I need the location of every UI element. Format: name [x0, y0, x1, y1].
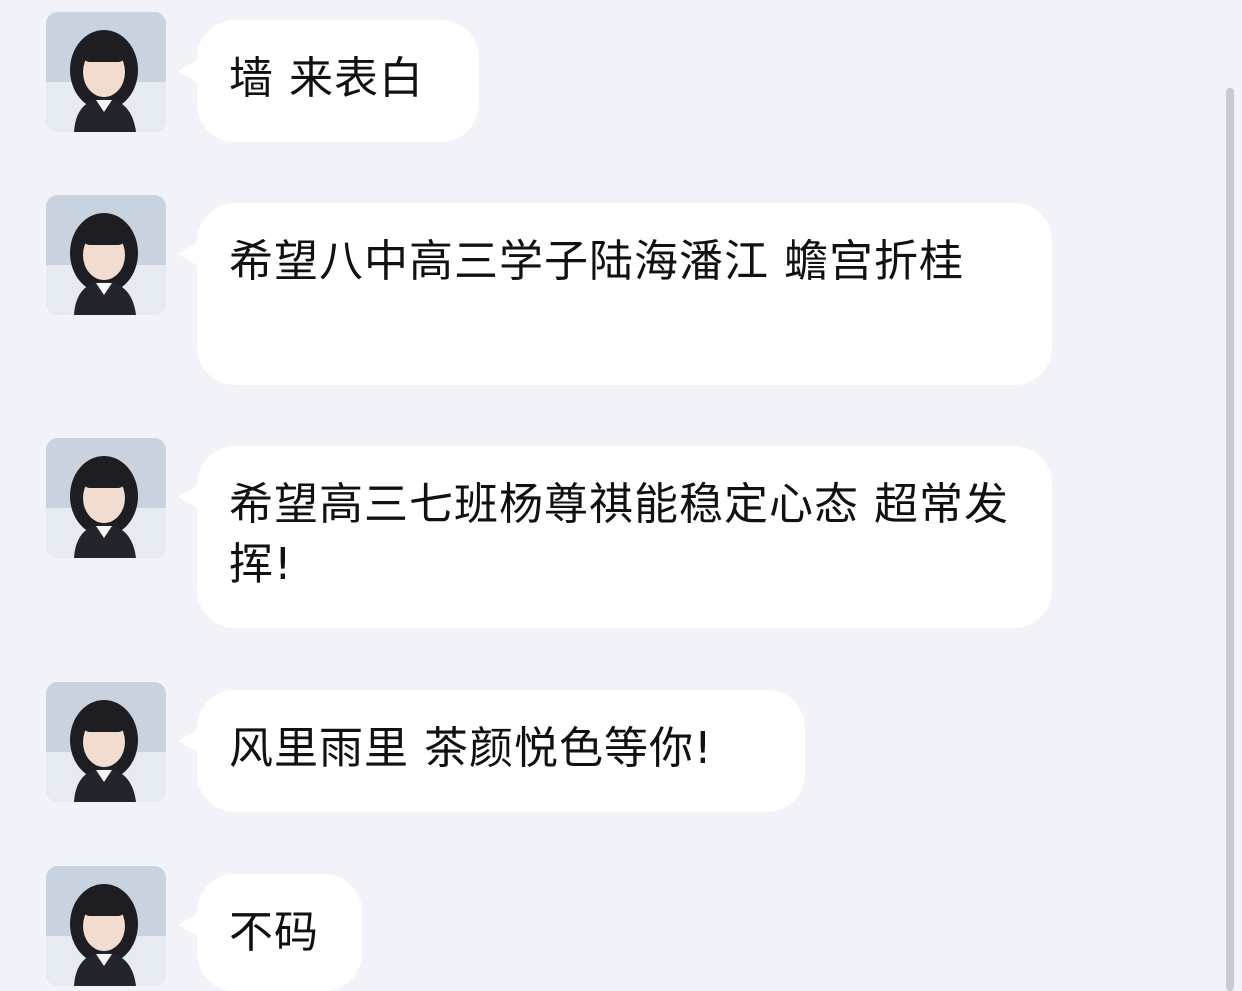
message-text: 风里雨里 茶颜悦色等你! — [229, 723, 713, 774]
avatar[interactable] — [46, 12, 166, 132]
message-row: 希望八中高三学子陆海潘江 蟾宫折桂 — [0, 195, 1242, 385]
message-row: 墙 来表白 — [0, 12, 1242, 142]
message-text: 希望八中高三学子陆海潘江 蟾宫折桂 — [229, 236, 964, 287]
message-bubble[interactable]: 希望高三七班杨尊祺能稳定心态 超常发挥! — [197, 446, 1052, 628]
message-text: 墙 来表白 — [229, 53, 424, 104]
message-bubble[interactable]: 风里雨里 茶颜悦色等你! — [197, 690, 805, 812]
message-row: 风里雨里 茶颜悦色等你! — [0, 682, 1242, 812]
avatar-photo-icon — [46, 195, 166, 315]
avatar[interactable] — [46, 195, 166, 315]
avatar[interactable] — [46, 866, 166, 986]
avatar[interactable] — [46, 682, 166, 802]
message-text: 不码 — [229, 907, 319, 958]
avatar-photo-icon — [46, 682, 166, 802]
avatar-photo-icon — [46, 12, 166, 132]
message-bubble[interactable]: 不码 — [197, 874, 362, 991]
message-row: 希望高三七班杨尊祺能稳定心态 超常发挥! — [0, 438, 1242, 628]
message-bubble[interactable]: 墙 来表白 — [197, 20, 479, 142]
message-text: 希望高三七班杨尊祺能稳定心态 超常发挥! — [229, 479, 1009, 590]
chat-message-list: 墙 来表白 希望八中高三学子陆海潘江 蟾宫折桂 希望高三七班杨尊祺能稳定心态 超… — [0, 0, 1242, 991]
avatar-photo-icon — [46, 438, 166, 558]
scrollbar-thumb[interactable] — [1226, 88, 1234, 991]
avatar-photo-icon — [46, 866, 166, 986]
scrollbar[interactable] — [1224, 0, 1236, 991]
message-row: 不码 — [0, 866, 1242, 991]
message-bubble[interactable]: 希望八中高三学子陆海潘江 蟾宫折桂 — [197, 203, 1052, 385]
avatar[interactable] — [46, 438, 166, 558]
